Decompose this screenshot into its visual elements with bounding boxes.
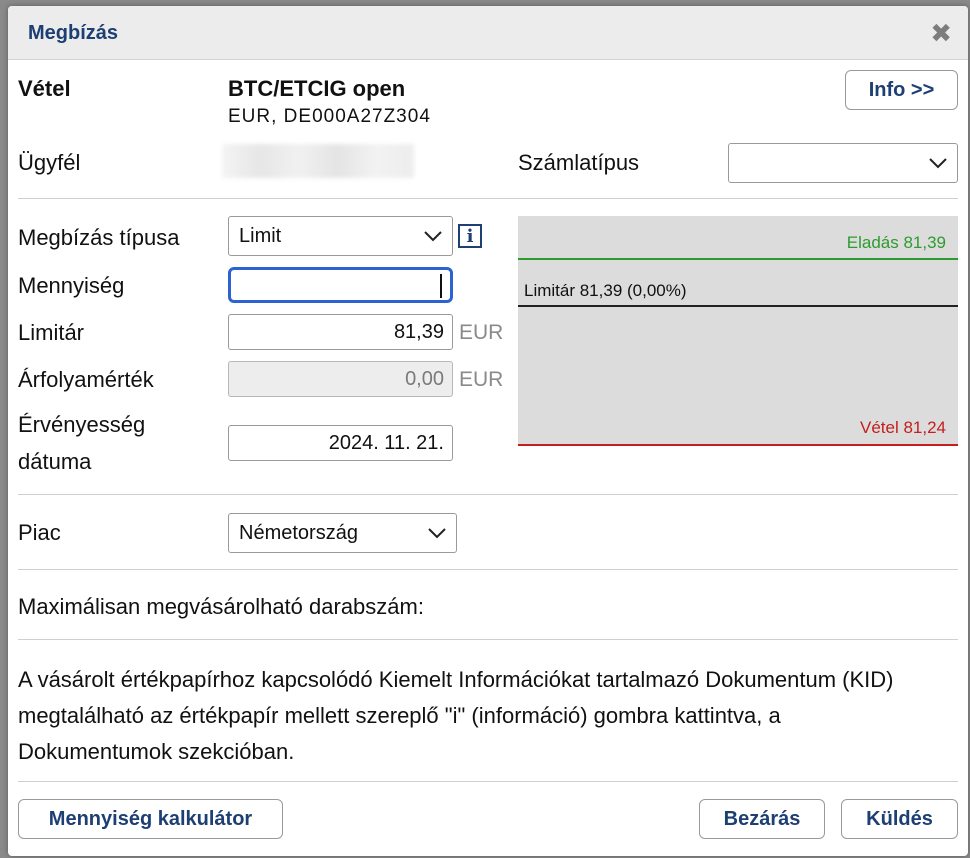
- rate-value-input: 0,00: [228, 361, 453, 397]
- limit-price-unit: EUR: [459, 321, 504, 344]
- rate-value-label: Árfolyamérték: [18, 367, 154, 392]
- limit-price-label: Limitár: [18, 320, 85, 345]
- kid-notice-line1: A vásárolt értékpapírhoz kapcsolódó Kiem…: [18, 667, 894, 692]
- chevron-down-icon: [929, 158, 947, 169]
- price-panel: Eladás 81,39 Limitár 81,39 (0,00%) Vétel…: [518, 216, 958, 446]
- quantity-calculator-button[interactable]: Mennyiség kalkulátor: [18, 799, 283, 839]
- divider: [18, 639, 958, 640]
- sell-price: Eladás 81,39: [846, 233, 946, 252]
- dialog-titlebar: Megbízás ✖: [8, 6, 968, 60]
- account-type-select[interactable]: [728, 143, 958, 183]
- divider: [18, 494, 958, 495]
- divider: [18, 569, 958, 570]
- validity-date-value: 2024. 11. 21.: [328, 431, 444, 454]
- quantity-input[interactable]: [228, 267, 453, 303]
- kid-notice-line2: megtalálható az értékpapír mellett szere…: [18, 703, 781, 728]
- client-name-redacted: [222, 144, 414, 178]
- chevron-down-icon: [424, 231, 442, 242]
- limit-price-marker: Limitár 81,39 (0,00%): [524, 281, 687, 300]
- kid-notice-line3: Dokumentumok szekcióban.: [18, 739, 295, 764]
- rate-value-value: 0,00: [405, 367, 444, 390]
- validity-date-input[interactable]: 2024. 11. 21.: [228, 425, 453, 461]
- instrument-details: EUR, DE000A27Z304: [228, 106, 431, 127]
- client-label: Ügyfél: [18, 150, 81, 175]
- instrument-name: BTC/ETCIG open: [228, 76, 406, 101]
- buy-price-line: [518, 444, 958, 446]
- order-type-value: Limit: [239, 224, 282, 247]
- limit-price-line: [518, 305, 958, 307]
- text-caret: [440, 274, 442, 298]
- quantity-label: Mennyiség: [18, 273, 125, 298]
- kid-notice: A vásárolt értékpapírhoz kapcsolódó Kiem…: [18, 662, 963, 770]
- limit-price-input[interactable]: 81,39: [228, 314, 453, 350]
- close-icon[interactable]: ✖: [930, 20, 952, 46]
- market-select[interactable]: Németország: [228, 513, 457, 553]
- order-dialog: Megbízás ✖ Vétel BTC/ETCIG open EUR, DE0…: [8, 6, 968, 856]
- market-label: Piac: [18, 520, 61, 545]
- divider: [18, 198, 958, 199]
- order-type-select[interactable]: Limit: [228, 216, 453, 256]
- limit-price-value: 81,39: [393, 320, 444, 343]
- dialog-title: Megbízás: [28, 22, 119, 44]
- rate-value-unit: EUR: [459, 368, 504, 391]
- chevron-down-icon: [428, 528, 446, 539]
- send-button[interactable]: Küldés: [841, 799, 958, 839]
- market-value: Németország: [239, 521, 358, 544]
- info-icon[interactable]: i: [458, 224, 482, 248]
- validity-label-line1: Érvényesség: [18, 412, 146, 437]
- info-button[interactable]: Info >>: [845, 70, 958, 110]
- close-button[interactable]: Bezárás: [699, 799, 825, 839]
- order-side: Vétel: [18, 76, 71, 101]
- sell-price-line: [518, 258, 958, 260]
- divider: [18, 781, 958, 782]
- order-type-label: Megbízás típusa: [18, 225, 180, 250]
- validity-label-line2: dátuma: [18, 449, 92, 474]
- account-type-label: Számlatípus: [518, 150, 640, 175]
- max-quantity-label: Maximálisan megvásárolható darabszám:: [18, 594, 424, 619]
- buy-price: Vétel 81,24: [859, 418, 946, 437]
